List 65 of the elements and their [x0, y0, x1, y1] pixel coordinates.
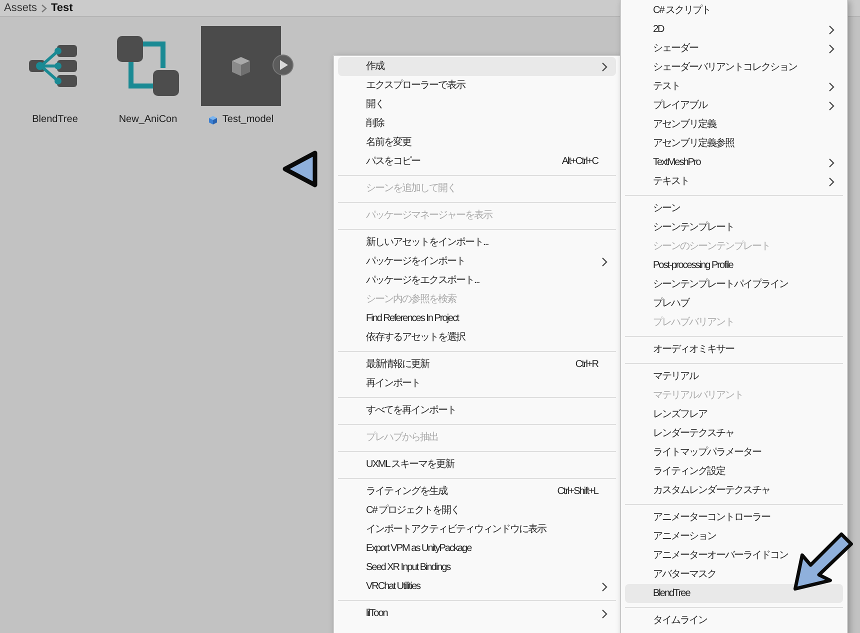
- asset-name[interactable]: BlendTree: [32, 112, 78, 127]
- menu-item[interactable]: カスタムレンダーテクスチャ: [625, 481, 770, 500]
- menu-item[interactable]: シーン: [625, 199, 680, 218]
- menu-item[interactable]: テスト: [625, 77, 843, 96]
- cube-icon: [230, 55, 252, 77]
- menu-item[interactable]: 2D: [625, 20, 843, 39]
- menu-item[interactable]: エクスプローラーで表示: [338, 76, 465, 95]
- menu-item[interactable]: パスをコピー Alt+Ctrl+C: [338, 152, 616, 171]
- asset-name[interactable]: Test_model: [222, 112, 274, 127]
- menu-item[interactable]: 新しいアセットをインポート...: [338, 233, 488, 252]
- menu-item[interactable]: 依存するアセットを選択: [338, 328, 465, 347]
- menu-item[interactable]: Post-processing Profile: [625, 256, 733, 275]
- menu-item[interactable]: プレハブ: [625, 294, 689, 313]
- menu-item[interactable]: シェーダー: [625, 39, 843, 58]
- play-button[interactable]: [272, 54, 294, 76]
- menu-item[interactable]: ライティングを生成 Ctrl+Shift+L: [338, 482, 616, 501]
- menu-item[interactable]: ライティング設定: [625, 462, 725, 481]
- menu-item[interactable]: 最新情報に更新 Ctrl+R: [338, 355, 616, 374]
- menu-item[interactable]: VRChat Utilities: [338, 577, 616, 596]
- menu-item[interactable]: アバターマスク: [625, 565, 716, 584]
- menu-item[interactable]: シェーダーバリアントコレクション: [625, 58, 797, 77]
- menu-item[interactable]: タイムライン: [625, 611, 707, 630]
- menu-item[interactable]: TextMeshPro: [625, 153, 843, 172]
- animator-controller-icon: [115, 34, 181, 98]
- menu-item[interactable]: 削除: [338, 114, 384, 133]
- menu-item[interactable]: アニメーション: [625, 527, 716, 546]
- menu-item[interactable]: 作成: [338, 57, 616, 76]
- menu-item[interactable]: すべてを再インポート: [338, 401, 456, 420]
- menu-item[interactable]: Find References In Project: [338, 309, 458, 328]
- menu-item[interactable]: ライトマップパラメーター: [625, 443, 761, 462]
- menu-item[interactable]: パッケージをエクスポート...: [338, 271, 480, 290]
- menu-item[interactable]: シーンテンプレート: [625, 218, 734, 237]
- menu-item[interactable]: 開く: [338, 95, 384, 114]
- menu-item[interactable]: テキスト: [625, 172, 843, 191]
- menu-item[interactable]: インポートアクティビティウィンドウに表示: [338, 520, 546, 539]
- menu-item[interactable]: パッケージをインポート: [338, 252, 616, 271]
- shortcut-text: Ctrl+Shift+L: [557, 485, 598, 499]
- menu-item[interactable]: C# プロジェクトを開く: [338, 501, 460, 520]
- menu-item[interactable]: レンダーテクスチャ: [625, 424, 734, 443]
- menu-item[interactable]: Export VPM as UnityPackage: [338, 539, 472, 558]
- menu-item[interactable]: アセンブリ定義: [625, 115, 716, 134]
- menu-item[interactable]: Seed XR Input Bindings: [338, 558, 450, 577]
- menu-item[interactable]: レンズフレア: [625, 405, 707, 424]
- menu-item[interactable]: lilToon: [338, 604, 616, 623]
- menu-item[interactable]: シーンテンプレートパイプライン: [625, 275, 788, 294]
- menu-item[interactable]: オーディオミキサー: [625, 340, 734, 359]
- menu-item[interactable]: 名前を変更: [338, 133, 411, 152]
- asset-thumbnail[interactable]: [201, 26, 281, 106]
- asset-name[interactable]: New_AniCon: [118, 112, 178, 127]
- menu-item[interactable]: アセンブリ定義参照: [625, 134, 734, 153]
- menu-item[interactable]: アニメーターコントローラー: [625, 508, 770, 527]
- menu-item[interactable]: UXML スキーマを更新: [338, 455, 454, 474]
- breadcrumb-separator-icon: [41, 4, 48, 12]
- menu-item[interactable]: C# スクリプト: [625, 1, 711, 20]
- breadcrumb-item[interactable]: Assets: [4, 0, 38, 16]
- menu-item[interactable]: マテリアル: [625, 367, 698, 386]
- shortcut-text: Alt+Ctrl+C: [562, 155, 598, 169]
- menu-item[interactable]: BlendTree: [625, 584, 843, 603]
- menu-item[interactable]: アニメーターオーバーライドコン: [625, 546, 788, 565]
- breadcrumb-item[interactable]: Test: [51, 0, 73, 16]
- shortcut-text: Ctrl+R: [575, 358, 598, 372]
- pointer-triangle: [281, 149, 319, 189]
- menu-item[interactable]: プレイアブル: [625, 96, 843, 115]
- model-icon: [208, 114, 218, 124]
- menu-item[interactable]: 再インポート: [338, 374, 420, 393]
